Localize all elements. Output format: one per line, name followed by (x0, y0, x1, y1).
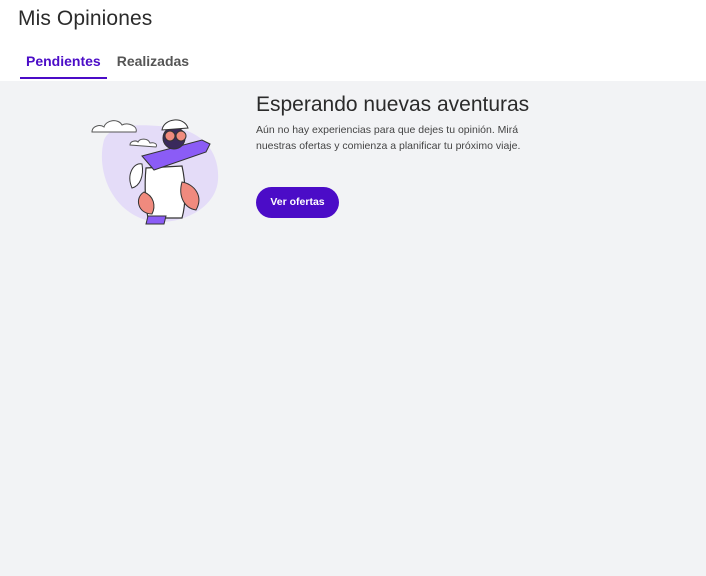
empty-state-description: Aún no hay experiencias para que dejes t… (256, 124, 521, 152)
empty-state-title: Esperando nuevas aventuras (256, 93, 530, 116)
tab-bar: Pendientes Realizadas (20, 50, 199, 81)
tab-realizadas[interactable]: Realizadas (111, 50, 195, 78)
header: Mis Opiniones Pendientes Realizadas (0, 0, 706, 81)
page-title: Mis Opiniones (18, 7, 153, 30)
traveler-with-binoculars-illustration (91, 119, 219, 225)
empty-state-panel: Esperando nuevas aventuras Aún no hay ex… (0, 81, 706, 576)
tab-pendientes[interactable]: Pendientes (20, 50, 107, 79)
ver-ofertas-button[interactable]: Ver ofertas (256, 187, 339, 218)
